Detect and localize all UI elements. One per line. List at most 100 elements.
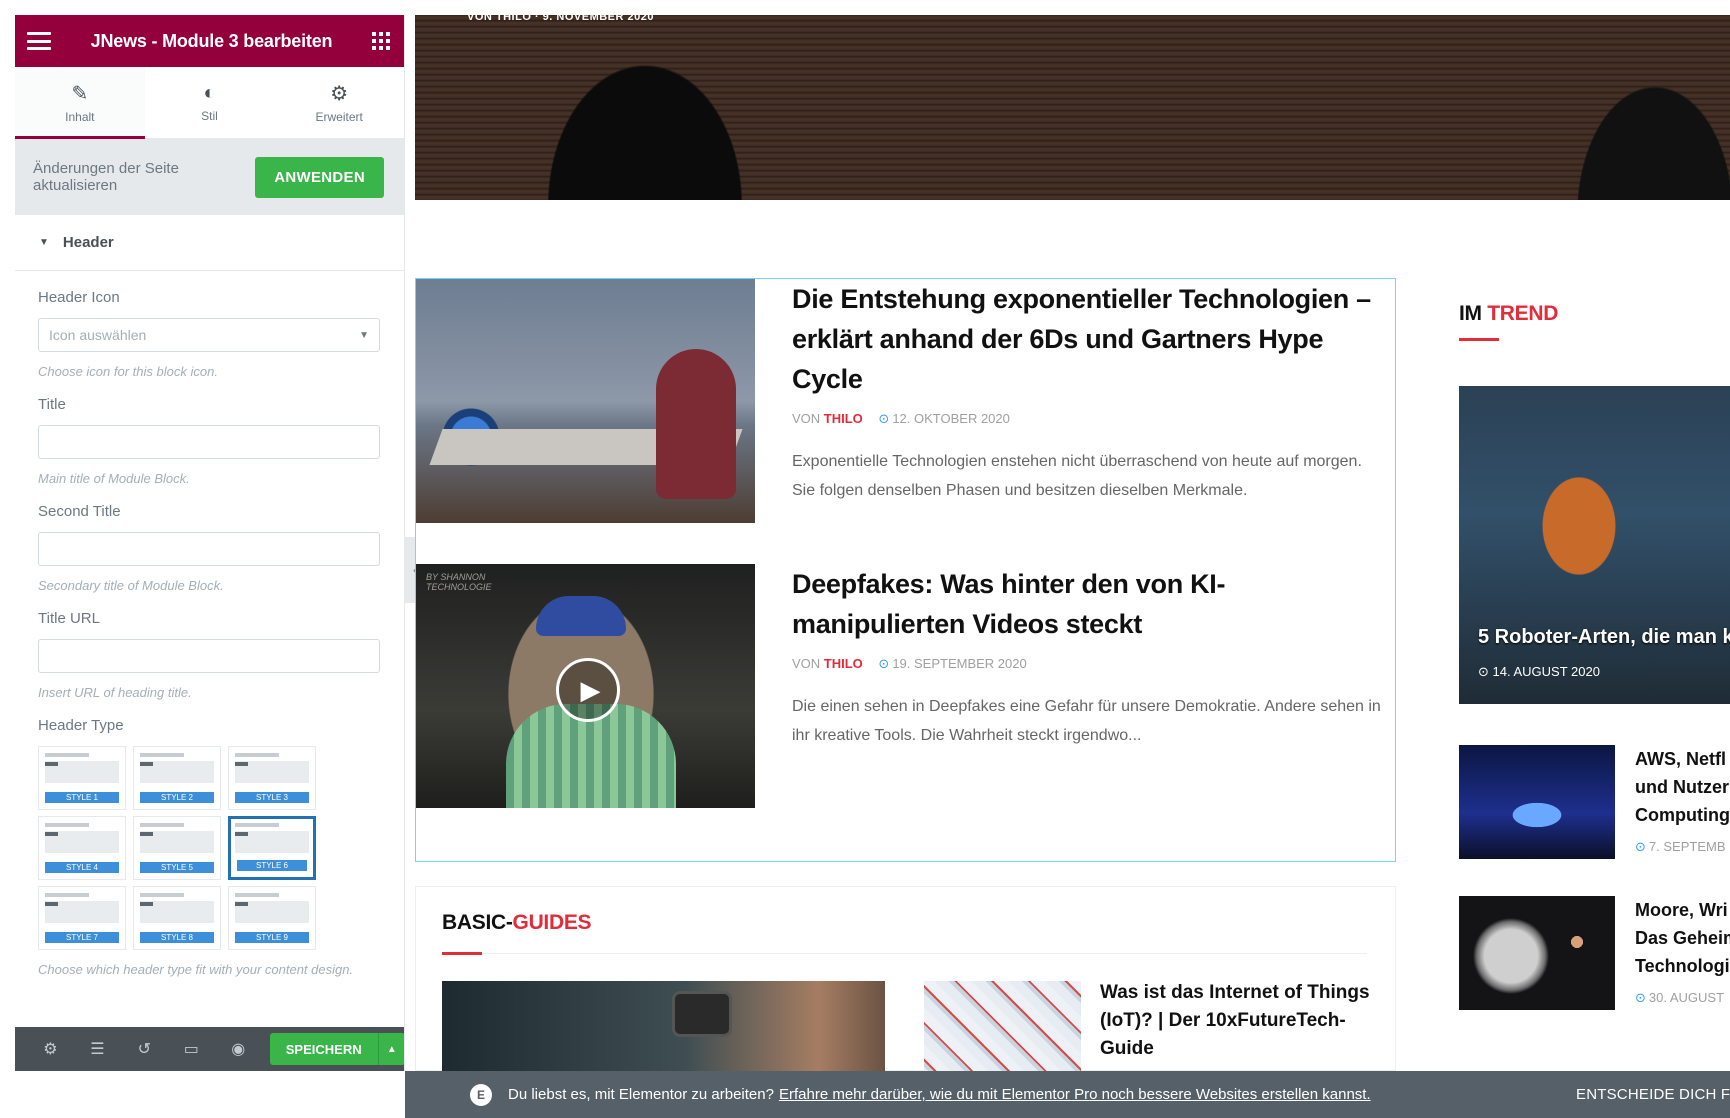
title-url-hint: Insert URL of heading title. [38,685,192,700]
header-style-option-selected[interactable]: STYLE 6 [228,816,316,880]
post-by: VON [792,411,821,426]
save-button[interactable]: SPEICHERN [269,1033,378,1065]
tab-inhalt[interactable]: ✎ Inhalt [15,67,145,139]
title-url-label: Title URL [38,610,100,627]
title-input[interactable] [38,425,380,459]
play-icon[interactable]: ▶ [556,658,620,722]
gear-icon: ⚙ [330,83,349,105]
trend-date: ⊙ 30. AUGUST [1635,990,1724,1006]
header-icon-hint: Choose icon for this block icon. [38,364,218,379]
module-3-block[interactable]: Die Entstehung exponentieller Technologi… [415,278,1396,862]
second-title-hint: Secondary title of Module Block. [38,578,224,593]
style-label: STYLE 5 [140,862,214,873]
section-title: Header [62,234,114,251]
header-style-option[interactable]: STYLE 9 [228,886,316,950]
block-title-plain: IM [1459,302,1488,325]
grid-icon[interactable] [371,32,390,50]
header-style-option[interactable]: STYLE 4 [38,816,126,880]
post-author[interactable]: THILO [824,411,863,426]
post-title[interactable]: Deepfakes: Was hinter den von KI-manipul… [792,564,1382,644]
style-label: STYLE 9 [235,932,309,943]
hamburger-icon[interactable] [27,32,51,50]
post-content: Deepfakes: Was hinter den von KI-manipul… [792,564,1382,750]
header-style-option[interactable]: STYLE 8 [133,886,221,950]
half-circle-icon: ◐ [203,82,216,104]
header-style-option[interactable]: STYLE 1 [38,746,126,810]
history-icon[interactable]: ↺ [121,1039,168,1059]
clock-icon: ⊙ [878,656,890,671]
guide-thumbnail[interactable] [924,981,1081,1071]
style-label: STYLE 7 [45,932,119,943]
title-line: Das Geheim [1635,928,1730,948]
second-title-label: Second Title [38,503,121,520]
post-excerpt: Die einen sehen in Deepfakes eine Gefahr… [792,698,1381,744]
panel-header: JNews - Module 3 bearbeiten [15,15,404,67]
header-type-grid: STYLE 1 STYLE 2 STYLE 3 STYLE 4 STYLE 5 … [38,746,380,950]
hero-image: VON THILO · 9. NOVEMBER 2020 [415,15,1730,200]
post-author[interactable]: THILO [824,656,863,671]
apply-button[interactable]: ANWENDEN [255,156,384,198]
page-preview: VON THILO · 9. NOVEMBER 2020 Die Entsteh… [415,15,1730,1071]
caret-down-icon: ▼ [39,237,49,248]
tab-stil[interactable]: ◐ Stil [145,67,275,138]
post-item: BY SHANNON TECHNOLOGIE ▶ Deepfakes: Was … [416,564,1397,808]
title-line: und Nutzer [1635,777,1729,797]
trend-thumbnail[interactable] [1459,896,1615,1010]
post-thumbnail[interactable] [416,279,755,523]
panel-footer: ⚙ ☰ ↺ ▭ ◉ SPEICHERN ▲ [15,1027,404,1071]
trend-thumbnail[interactable] [1459,745,1615,859]
eye-icon[interactable]: ◉ [215,1039,262,1059]
panel-title: JNews - Module 3 bearbeiten [90,30,333,51]
clock-icon: ⊙ [1635,990,1646,1005]
header-type-hint: Choose which header type fit with your c… [38,962,354,977]
block-divider [442,952,1367,955]
header-icon-select[interactable]: Icon auswählen ▼ [38,318,380,352]
save-options-button[interactable]: ▲ [377,1033,404,1065]
responsive-icon[interactable]: ▭ [168,1039,215,1059]
title-url-input[interactable] [38,639,380,673]
post-thumbnail[interactable]: BY SHANNON TECHNOLOGIE ▶ [416,564,755,808]
trend-featured[interactable]: 5 Roboter-Arten, die man k ⊙ 14. AUGUST … [1459,386,1730,704]
title-label: Title [38,396,66,413]
notice-text: Du liebst es, mit Elementor zu arbeiten? [508,1086,774,1103]
header-style-option[interactable]: STYLE 7 [38,886,126,950]
header-style-option[interactable]: STYLE 5 [133,816,221,880]
title-line: Technologi [1635,956,1730,976]
panel-tabs: ✎ Inhalt ◐ Stil ⚙ Erweitert [15,67,404,139]
block-title-plain: BASIC- [442,911,513,934]
block-title: IM TREND [1459,302,1730,326]
trend-title[interactable]: AWS, Netfl und Nutzer Computing [1635,745,1730,829]
tab-erweitert[interactable]: ⚙ Erweitert [274,67,404,138]
pencil-icon: ✎ [71,83,89,105]
guide-main-image[interactable] [442,981,885,1071]
layers-icon[interactable]: ☰ [74,1039,121,1059]
apply-text: Änderungen der Seite aktualisieren [33,160,179,194]
post-meta: VON THILO ⊙ 19. SEPTEMBER 2020 [792,656,1382,672]
trend-featured-title[interactable]: 5 Roboter-Arten, die man k [1478,626,1730,649]
trend-title[interactable]: Moore, Wri Das Geheim Technologi [1635,896,1730,980]
date-text: 30. AUGUST [1648,990,1725,1005]
post-item: Die Entstehung exponentieller Technologi… [416,279,1397,523]
title-line: Moore, Wri [1635,900,1728,920]
second-title-input[interactable] [38,532,380,566]
title-hint: Main title of Module Block. [38,471,190,486]
title-line: AWS, Netfl [1635,749,1727,769]
gear-icon[interactable]: ⚙ [27,1039,74,1059]
style-label: STYLE 8 [140,932,214,943]
controls: Header Icon Icon auswählen ▼ Choose icon… [15,271,404,977]
header-style-option[interactable]: STYLE 2 [133,746,221,810]
post-by: VON [792,656,821,671]
post-meta: VON THILO ⊙ 12. OKTOBER 2020 [792,411,1382,427]
block-title-accent: TREND [1487,302,1559,325]
guide-title[interactable]: Was ist das Internet of Things (IoT)? | … [1100,979,1370,1063]
notice-link[interactable]: Erfahre mehr darüber, wie du mit Element… [779,1086,1371,1103]
block-title-accent: GUIDES [512,911,592,934]
post-title[interactable]: Die Entstehung exponentieller Technologi… [792,279,1382,399]
post-date: 12. OKTOBER 2020 [892,411,1010,426]
section-header-toggle[interactable]: ▼ Header [15,215,404,271]
notice-cta[interactable]: ENTSCHEIDE DICH F [1576,1086,1730,1103]
elementor-editor: JNews - Module 3 bearbeiten ✎ Inhalt ◐ S… [0,0,1730,1118]
header-style-option[interactable]: STYLE 3 [228,746,316,810]
block-title: BASIC-GUIDES [442,911,592,935]
style-label: STYLE 1 [45,792,119,803]
